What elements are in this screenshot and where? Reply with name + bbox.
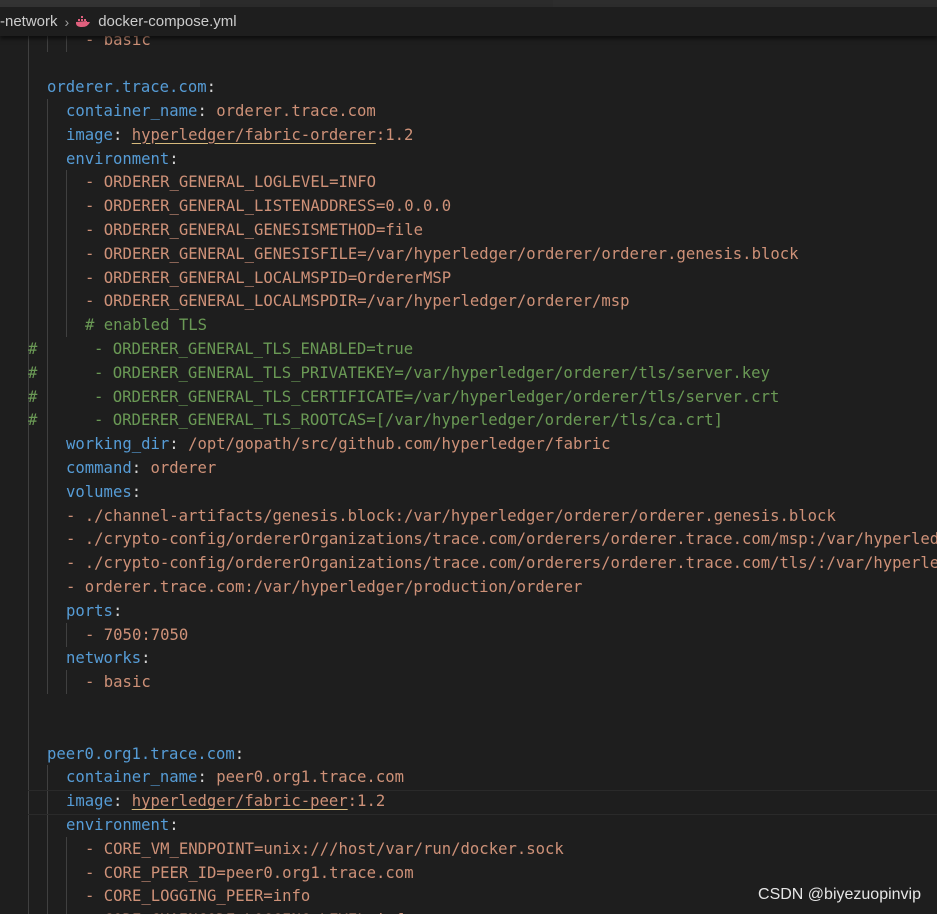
yaml-key: container_name [66, 101, 198, 120]
yaml-value: hyperledger/fabric-peer [131, 792, 348, 811]
yaml-value-tag: :1.2 [347, 792, 386, 811]
yaml-key: networks [66, 649, 142, 668]
yaml-value: - ORDERER_GENERAL_GENESISMETHOD=file [85, 220, 423, 239]
yaml-value: - ORDERER_GENERAL_LISTENADDRESS=0.0.0.0 [85, 197, 452, 216]
yaml-value: peer0.org1.trace.com [216, 768, 404, 787]
yaml-key: volumes [66, 482, 132, 501]
yaml-colon: : [131, 458, 151, 477]
yaml-comment: - ORDERER_GENERAL_TLS_ENABLED=true [94, 339, 414, 358]
breadcrumb: -network › docker-compose.yml [0, 7, 937, 36]
watermark: CSDN @biyezuopinvip [758, 886, 921, 903]
yaml-value: - orderer.trace.com:/var/hyperledger/pro… [66, 577, 583, 596]
yaml-key: container_name [66, 768, 198, 787]
yaml-value: orderer [150, 458, 217, 477]
yaml-comment: - ORDERER_GENERAL_TLS_CERTIFICATE=/var/h… [94, 387, 780, 406]
tab-strip-left [0, 0, 200, 7]
yaml-value: - ORDERER_GENERAL_LOCALMSPDIR=/var/hyper… [85, 292, 630, 311]
breadcrumb-file[interactable]: docker-compose.yml [98, 13, 236, 30]
indent-guide [66, 623, 67, 647]
yaml-value-tag: :1.2 [375, 125, 414, 144]
yaml-colon: : [169, 815, 179, 834]
yaml-colon: : [112, 601, 123, 620]
yaml-value: - ./crypto-config/ordererOrganizations/t… [66, 554, 937, 573]
indent-guide [47, 99, 48, 694]
tab-strip-right [553, 0, 937, 7]
comment-marker: # [28, 411, 38, 430]
yaml-value: - ORDERER_GENERAL_GENESISFILE=/var/hyper… [85, 244, 799, 263]
comment-marker: # [28, 363, 38, 382]
yaml-key: ports [66, 601, 113, 620]
yaml-value: - basic [85, 673, 151, 692]
yaml-key: environment [66, 815, 170, 834]
yaml-value: - CORE_PEER_ID=peer0.org1.trace.com [85, 863, 414, 882]
yaml-value: orderer.trace.com [216, 101, 376, 120]
yaml-value: - ORDERER_GENERAL_LOCALMSPID=OrdererMSP [85, 268, 452, 287]
yaml-key: orderer.trace.com [47, 78, 207, 97]
yaml-value: hyperledger/fabric-orderer [131, 125, 376, 144]
yaml-colon: : [112, 792, 132, 811]
yaml-value: - ./crypto-config/ordererOrganizations/t… [66, 530, 937, 549]
indent-guide [28, 28, 29, 914]
yaml-key: working_dir [66, 435, 170, 454]
yaml-key: image [66, 792, 113, 811]
yaml-value: - 7050:7050 [85, 625, 189, 644]
yaml-key: image [66, 125, 113, 144]
yaml-colon: : [131, 482, 142, 501]
indent-guide [47, 765, 48, 914]
tab-bar [0, 0, 937, 7]
breadcrumb-folder[interactable]: -network [0, 13, 58, 30]
indent-guide [66, 670, 67, 694]
yaml-value: - ORDERER_GENERAL_LOGLEVEL=INFO [85, 173, 377, 192]
yaml-colon: : [112, 125, 132, 144]
comment-marker: # [28, 339, 38, 358]
comment-marker: # [28, 387, 38, 406]
yaml-comment: # enabled TLS [85, 316, 208, 335]
indent-guide [66, 837, 67, 914]
yaml-value: - CORE_LOGGING_PEER=info [85, 887, 311, 906]
yaml-key: command [66, 458, 132, 477]
yaml-value: - ./channel-artifacts/genesis.block:/var… [66, 506, 836, 525]
yaml-key: environment [66, 149, 170, 168]
yaml-value: - CORE_VM_ENDPOINT=unix:///host/var/run/… [85, 839, 564, 858]
yaml-colon: : [197, 768, 217, 787]
yaml-key: peer0.org1.trace.com [47, 744, 235, 763]
yaml-colon: : [169, 435, 189, 454]
indent-guide [66, 170, 67, 337]
code-editor[interactable]: - basic orderer.trace.com: container_name:… [0, 28, 937, 914]
yaml-comment: - ORDERER_GENERAL_TLS_ROOTCAS=[/var/hype… [94, 411, 724, 430]
yaml-colon: : [234, 744, 245, 763]
yaml-colon: : [197, 101, 217, 120]
yaml-comment: - ORDERER_GENERAL_TLS_PRIVATEKEY=/var/hy… [94, 363, 770, 382]
yaml-colon: : [141, 649, 151, 668]
yaml-colon: : [206, 78, 216, 97]
yaml-colon: : [169, 149, 179, 168]
breadcrumb-separator: › [64, 13, 70, 30]
yaml-value: /opt/gopath/src/github.com/hyperledger/f… [188, 435, 611, 454]
docker-whale-icon [75, 15, 91, 29]
